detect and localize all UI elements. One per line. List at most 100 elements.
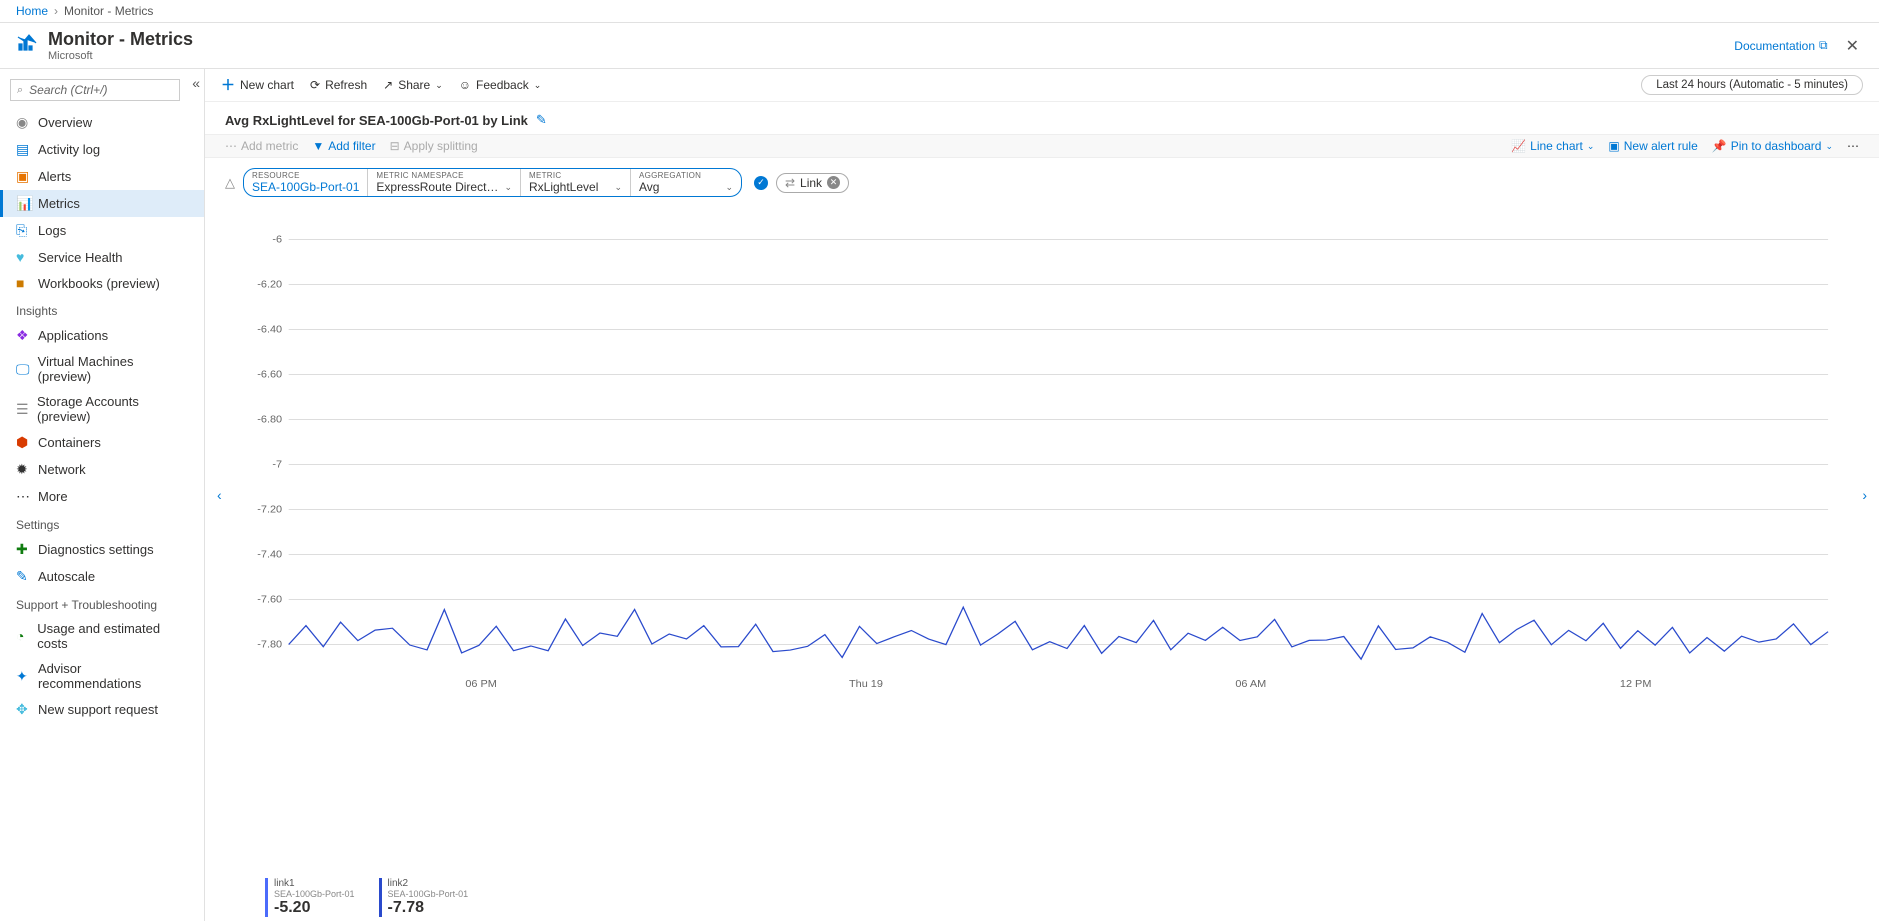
sidebar-item-new-support-request[interactable]: ✥New support request <box>0 696 204 723</box>
sidebar-item-metrics[interactable]: 📊Metrics <box>0 190 204 217</box>
breadcrumb-home[interactable]: Home <box>16 4 48 18</box>
smile-icon: ☺ <box>459 78 471 92</box>
support-header: Support + Troubleshooting <box>0 590 204 616</box>
nav-label: Applications <box>38 328 108 343</box>
page-title: Monitor - Metrics <box>48 29 193 50</box>
nav-icon: ✹ <box>16 461 36 478</box>
time-range-selector[interactable]: Last 24 hours (Automatic - 5 minutes) <box>1641 75 1863 95</box>
nav-label: Alerts <box>38 169 71 184</box>
refresh-icon: ⟳ <box>310 78 320 92</box>
close-icon[interactable]: ✕ <box>1842 32 1863 60</box>
chart-legend: link1 SEA-100Gb-Port-01 -5.20 link2 SEA-… <box>205 874 1879 921</box>
aggregation-selector[interactable]: AGGREGATION Avg⌄ <box>631 169 741 196</box>
sidebar-item-activity-log[interactable]: ▤Activity log <box>0 136 204 163</box>
ellipsis-icon: ⋯ <box>1847 139 1859 153</box>
sidebar-item-storage-accounts-preview-[interactable]: ☰Storage Accounts (preview) <box>0 389 204 429</box>
link-icon: ⇄ <box>785 176 795 190</box>
sidebar-item-applications[interactable]: ❖Applications <box>0 322 204 349</box>
nav-label: Workbooks (preview) <box>38 276 160 291</box>
remove-chip-icon[interactable]: ✕ <box>827 176 840 189</box>
nav-icon: ☰ <box>16 401 35 418</box>
more-options-button[interactable]: ⋯ <box>1847 139 1859 153</box>
share-icon: ↗ <box>383 78 393 92</box>
sidebar-item-logs[interactable]: ⎘Logs <box>0 217 204 244</box>
nav-label: Service Health <box>38 250 123 265</box>
line-chart-icon: 📈 <box>1511 139 1526 153</box>
svg-text:-6: -6 <box>272 235 282 246</box>
nav-label: New support request <box>38 702 158 717</box>
external-link-icon: ⧉ <box>1819 38 1828 53</box>
nav-label: Advisor recommendations <box>38 661 188 691</box>
chart-title: Avg RxLightLevel for SEA-100Gb-Port-01 b… <box>225 113 528 128</box>
metric-selector: RESOURCE SEA-100Gb-Port-01 METRIC NAMESP… <box>243 168 742 197</box>
breadcrumb: Home › Monitor - Metrics <box>0 0 1879 23</box>
chevron-down-icon: ⌄ <box>435 80 443 91</box>
nav-icon: ✥ <box>16 701 36 718</box>
split-icon: ⊟ <box>390 139 400 153</box>
svg-text:-7.60: -7.60 <box>257 595 282 606</box>
nav-icon: ⎘ <box>16 222 36 239</box>
metric-icon: ⋯ <box>225 139 237 153</box>
sidebar-item-virtual-machines-preview-[interactable]: 🖵Virtual Machines (preview) <box>0 349 204 389</box>
main-content: ＋New chart ⟳Refresh ↗Share ⌄ ☺Feedback ⌄… <box>205 69 1879 921</box>
documentation-link[interactable]: Documentation ⧉ <box>1734 38 1827 53</box>
nav-icon: ◉ <box>16 114 36 131</box>
sidebar-item-containers[interactable]: ⬢Containers <box>0 429 204 456</box>
nav-label: Overview <box>38 115 92 130</box>
legend-item-link2[interactable]: link2 SEA-100Gb-Port-01 -7.78 <box>379 878 469 917</box>
chart-area: -6-6.20-6.40-6.60-6.80-7-7.20-7.40-7.60-… <box>205 207 1879 874</box>
insights-header: Insights <box>0 296 204 322</box>
refresh-button[interactable]: ⟳Refresh <box>310 78 367 92</box>
svg-text:-7.20: -7.20 <box>257 505 282 516</box>
new-alert-button[interactable]: ▣New alert rule <box>1608 139 1697 153</box>
nav-icon: ✦ <box>16 668 36 685</box>
svg-text:-6.40: -6.40 <box>257 325 282 336</box>
alert-icon: ▣ <box>1608 139 1619 153</box>
breadcrumb-separator: › <box>54 4 58 18</box>
nav-icon: ♥ <box>16 249 36 265</box>
legend-item-link1[interactable]: link1 SEA-100Gb-Port-01 -5.20 <box>265 878 355 917</box>
nav-label: Activity log <box>38 142 100 157</box>
metric-name-selector[interactable]: METRIC RxLightLevel⌄ <box>521 169 631 196</box>
chart-type-dropdown[interactable]: 📈Line chart ⌄ <box>1511 139 1594 153</box>
settings-header: Settings <box>0 510 204 536</box>
new-chart-button[interactable]: ＋New chart <box>221 75 294 95</box>
resource-selector[interactable]: RESOURCE SEA-100Gb-Port-01 <box>244 169 368 196</box>
link-filter-chip[interactable]: ⇄ Link ✕ <box>776 173 849 193</box>
sidebar-item-advisor-recommendations[interactable]: ✦Advisor recommendations <box>0 656 204 696</box>
search-icon: ⌕ <box>17 84 23 97</box>
line-chart[interactable]: -6-6.20-6.40-6.60-6.80-7-7.20-7.40-7.60-… <box>245 207 1839 697</box>
sidebar-item-diagnostics-settings[interactable]: ✚Diagnostics settings <box>0 536 204 563</box>
nav-icon: ■ <box>16 275 36 291</box>
chevron-down-icon: ⌄ <box>534 80 542 91</box>
pin-dashboard-button[interactable]: 📌Pin to dashboard ⌄ <box>1712 139 1833 153</box>
nav-label: Network <box>38 462 86 477</box>
svg-text:-7: -7 <box>272 460 282 471</box>
namespace-selector[interactable]: METRIC NAMESPACE ExpressRoute Direct…⌄ <box>368 169 521 196</box>
add-filter-button[interactable]: ▼Add filter <box>312 139 375 153</box>
nav-label: Containers <box>38 435 101 450</box>
share-button[interactable]: ↗Share ⌄ <box>383 78 443 92</box>
metric-bar: ⋯Add metric ▼Add filter ⊟Apply splitting… <box>205 134 1879 158</box>
sidebar-item-workbooks-preview-[interactable]: ■Workbooks (preview) <box>0 270 204 296</box>
sidebar-item-overview[interactable]: ◉Overview <box>0 109 204 136</box>
edit-title-icon[interactable]: ✎ <box>536 112 547 128</box>
sidebar-item-service-health[interactable]: ♥Service Health <box>0 244 204 270</box>
toolbar: ＋New chart ⟳Refresh ↗Share ⌄ ☺Feedback ⌄… <box>205 69 1879 102</box>
breadcrumb-current: Monitor - Metrics <box>64 4 153 18</box>
feedback-button[interactable]: ☺Feedback ⌄ <box>459 78 542 92</box>
nav-icon: ⋯ <box>16 488 36 505</box>
sidebar-item-more[interactable]: ⋯More <box>0 483 204 510</box>
collapse-sidebar-icon[interactable]: « <box>192 75 200 91</box>
svg-text:12 PM: 12 PM <box>1620 679 1652 690</box>
search-input[interactable]: ⌕ Search (Ctrl+/) <box>10 79 180 101</box>
sidebar-item-autoscale[interactable]: ✎Autoscale <box>0 563 204 590</box>
sidebar-item-network[interactable]: ✹Network <box>0 456 204 483</box>
svg-text:-6.80: -6.80 <box>257 415 282 426</box>
sidebar-item-alerts[interactable]: ▣Alerts <box>0 163 204 190</box>
filter-icon: ▼ <box>312 139 324 153</box>
add-metric-button: ⋯Add metric <box>225 139 298 153</box>
sidebar-item-usage-and-estimated-costs[interactable]: ◔Usage and estimated costs <box>0 616 204 656</box>
nav-label: More <box>38 489 68 504</box>
nav-label: Storage Accounts (preview) <box>37 394 188 424</box>
